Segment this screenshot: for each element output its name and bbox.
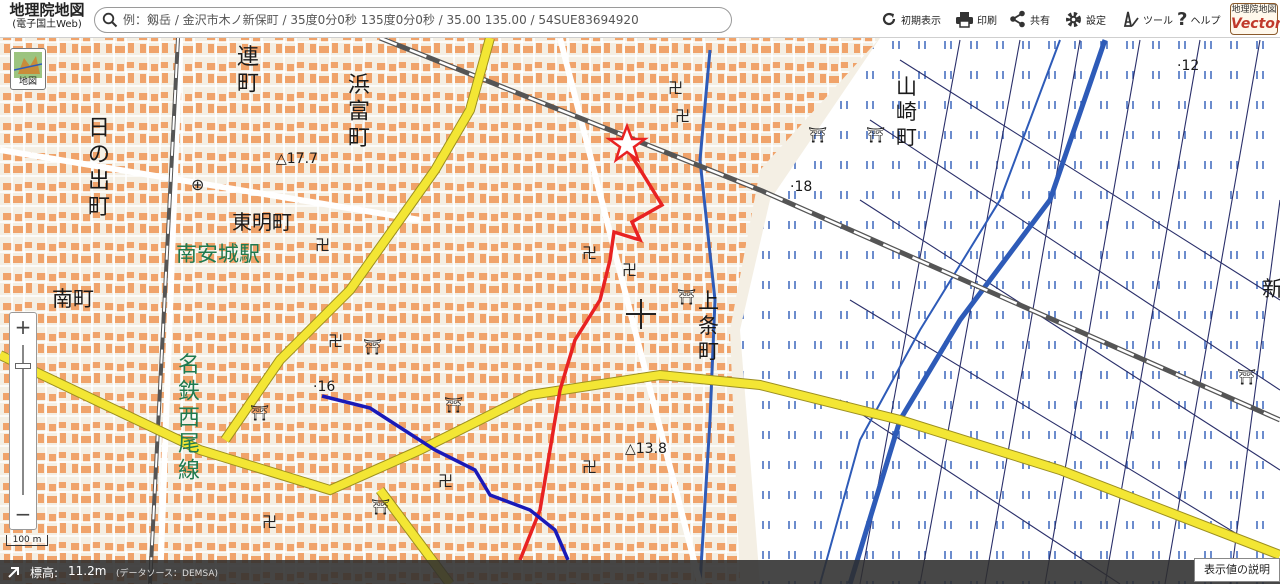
post-office-icon: ⊕	[191, 175, 204, 194]
place-muraji: 連町	[237, 45, 259, 96]
expand-arrow-icon[interactable]	[7, 565, 21, 579]
svg-text:⛩: ⛩	[866, 126, 885, 144]
svg-text:卍: 卍	[328, 332, 343, 350]
svg-text:卍: 卍	[262, 513, 277, 531]
vector-badge-button[interactable]: 地理院地図 Vector	[1230, 3, 1280, 35]
tools-button[interactable]: ツール	[1122, 8, 1173, 30]
place-meitetsu: 名鉄西尾線	[178, 353, 200, 484]
scale-bar: 100 m	[6, 535, 48, 546]
place-hinode: 日の出町	[88, 116, 110, 220]
svg-text:⛩: ⛩	[677, 288, 696, 306]
svg-text:⛩: ⛩	[444, 396, 463, 414]
search-input[interactable]	[123, 10, 723, 30]
print-label: 印刷	[977, 15, 997, 27]
print-button[interactable]: 印刷	[955, 8, 997, 30]
vector-badge-label: Vector	[1231, 16, 1280, 32]
elevation-value: 11.2m	[68, 564, 107, 578]
legend-explanation-button[interactable]: 表示値の説明	[1194, 558, 1280, 582]
app-logo[interactable]: 地理院地図 (電子国土Web)	[4, 3, 90, 30]
elevation-source: (データソース：DEMSA)	[116, 569, 218, 579]
layer-select-button[interactable]: 地図	[10, 48, 46, 90]
svg-text:⛩: ⛩	[1237, 368, 1256, 386]
elevation-label: 標高:	[30, 566, 59, 580]
spot-height-18: ·18	[790, 179, 812, 195]
svg-text:卍: 卍	[315, 236, 330, 254]
place-hamatomi: 浜富町	[348, 73, 370, 151]
svg-text:⛩: ⛩	[371, 498, 390, 516]
svg-text:卍: 卍	[582, 244, 597, 262]
vector-badge-title: 地理院地図	[1231, 5, 1277, 15]
help-button[interactable]: ? ヘルプ	[1177, 8, 1220, 30]
app-title: 地理院地図	[9, 1, 85, 19]
svg-text:⛩: ⛩	[363, 338, 382, 356]
svg-text:⛩: ⛩	[250, 404, 269, 422]
svg-text:卍: 卍	[622, 261, 637, 279]
svg-text:卍: 卍	[438, 472, 453, 490]
layer-button-label: 地図	[18, 77, 37, 87]
share-label: 共有	[1030, 15, 1050, 27]
share-icon	[1010, 10, 1025, 28]
tools-icon	[1123, 11, 1139, 27]
svg-text:卍: 卍	[582, 458, 597, 476]
svg-text:卍: 卍	[675, 107, 690, 125]
settings-label: 設定	[1086, 15, 1106, 27]
header-bar: 地理院地図 (電子国土Web) 初期表示 印刷 共有 設定 ツール ? ヘルプ …	[0, 0, 1280, 38]
place-shin: 新	[1262, 277, 1280, 301]
help-label: ヘルプ	[1190, 15, 1221, 27]
zoom-control: + −	[9, 312, 37, 530]
svg-text:⛩: ⛩	[808, 126, 827, 144]
place-kamijo: 上条町	[698, 289, 719, 363]
reset-view-button[interactable]: 初期表示	[880, 8, 941, 30]
printer-icon	[956, 12, 973, 28]
map-canvas[interactable]: 卍 卍 卍 卍 卍 卍 卍 卍 卍 ⛩ ⛩ ⛩ ⛩ ⛩ ⛩ ⛩ ⛩ ⊕ 連町 浜…	[0, 0, 1280, 584]
spot-height-138: △13.8	[625, 441, 667, 457]
spot-height-16: ·16	[313, 379, 335, 395]
refresh-icon	[882, 12, 896, 26]
share-button[interactable]: 共有	[1009, 8, 1050, 30]
spot-height-12: ·12	[1177, 58, 1199, 74]
zoom-slider-handle[interactable]	[15, 363, 31, 369]
svg-text:卍: 卍	[668, 79, 683, 97]
reset-view-label: 初期表示	[901, 15, 941, 27]
zoom-in-button[interactable]: +	[10, 313, 36, 341]
elevation-bar: 標高: 11.2m (データソース：DEMSA)	[0, 560, 1280, 584]
search-box[interactable]	[94, 7, 732, 33]
place-tomei: 東明町	[232, 210, 292, 234]
tools-label: ツール	[1143, 15, 1173, 27]
spot-height-177: △17.7	[276, 151, 318, 167]
app-subtitle: (電子国土Web)	[12, 19, 82, 30]
zoom-out-button[interactable]: −	[10, 501, 36, 529]
question-icon: ?	[1177, 8, 1188, 30]
place-minami: 南町	[52, 287, 94, 311]
settings-button[interactable]: 設定	[1064, 8, 1106, 30]
gear-icon	[1066, 11, 1081, 27]
place-yamazaki: 山崎町	[896, 75, 917, 149]
search-icon[interactable]	[102, 12, 118, 28]
place-station: 南安城駅	[176, 242, 260, 266]
